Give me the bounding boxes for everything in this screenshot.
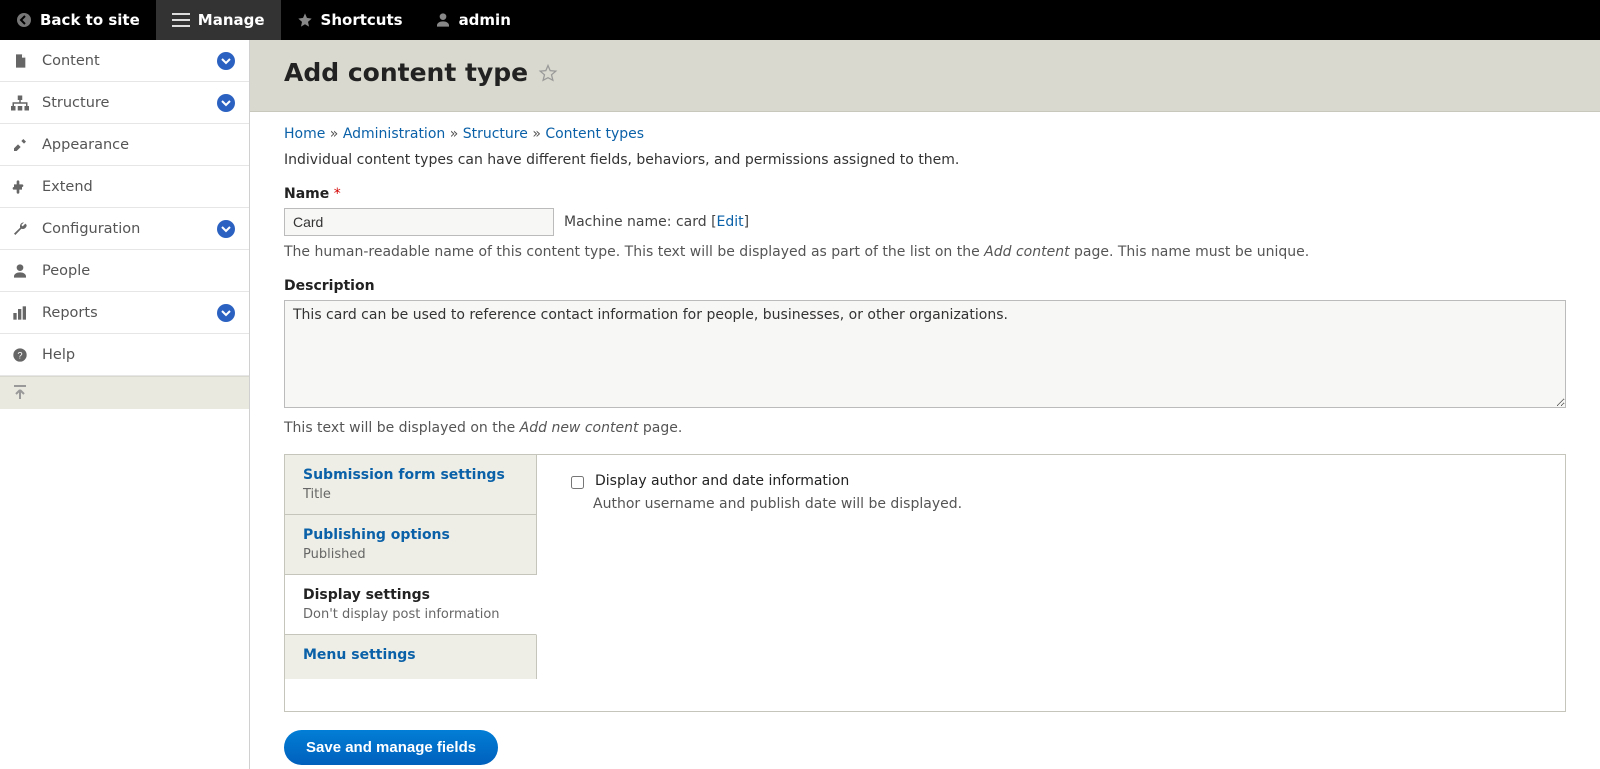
vtab-publishing[interactable]: Publishing options Published — [285, 515, 537, 575]
intro-text: Individual content types can have differ… — [284, 152, 1566, 168]
nav-help[interactable]: ? Help — [0, 334, 249, 376]
puzzle-icon — [10, 179, 30, 195]
chevron-down-icon[interactable] — [217, 52, 235, 70]
page-title: Add content type — [284, 58, 528, 87]
nav-label: Extend — [42, 179, 235, 195]
chevron-down-icon[interactable] — [217, 220, 235, 238]
display-author-checkbox[interactable] — [571, 476, 584, 489]
display-author-label: Display author and date information — [595, 473, 849, 489]
sidebar-collapse[interactable] — [0, 376, 249, 409]
crumb-admin[interactable]: Administration — [343, 126, 445, 142]
nav-configuration[interactable]: Configuration — [0, 208, 249, 250]
vertical-tabs-list: Submission form settings Title Publishin… — [285, 455, 537, 711]
nav-reports[interactable]: Reports — [0, 292, 249, 334]
shortcuts-link[interactable]: Shortcuts — [281, 0, 419, 40]
collapse-icon — [14, 385, 26, 401]
settings-tabs: Submission form settings Title Publishin… — [284, 454, 1566, 712]
admin-toolbar: Back to site Manage Shortcuts admin — [0, 0, 1600, 40]
chevron-down-icon[interactable] — [217, 94, 235, 112]
paintbrush-icon — [10, 137, 30, 153]
page-title-bar: Add content type — [250, 40, 1600, 112]
svg-text:?: ? — [17, 350, 22, 360]
required-marker: * — [334, 186, 341, 202]
machine-name-readout: Machine name: card [Edit] — [564, 214, 749, 230]
vtab-display[interactable]: Display settings Don't display post info… — [285, 575, 537, 635]
nav-appearance[interactable]: Appearance — [0, 124, 249, 166]
description-textarea[interactable] — [284, 300, 1566, 408]
nav-content[interactable]: Content — [0, 40, 249, 82]
vtab-submission[interactable]: Submission form settings Title — [285, 455, 537, 515]
crumb-home[interactable]: Home — [284, 126, 325, 142]
nav-label: Configuration — [42, 221, 205, 237]
user-link[interactable]: admin — [419, 0, 527, 40]
description-help: This text will be displayed on the Add n… — [284, 420, 1566, 436]
hamburger-icon — [172, 13, 190, 27]
favorite-star-icon[interactable] — [538, 63, 558, 83]
person-icon — [10, 263, 30, 279]
nav-extend[interactable]: Extend — [0, 166, 249, 208]
chevron-left-icon — [16, 12, 32, 28]
nav-label: Structure — [42, 95, 205, 111]
star-icon — [297, 12, 313, 28]
machine-name-edit[interactable]: Edit — [717, 214, 744, 230]
nav-label: Content — [42, 53, 205, 69]
barchart-icon — [10, 305, 30, 321]
vtab-menu[interactable]: Menu settings — [285, 635, 537, 679]
wrench-icon — [10, 221, 30, 237]
breadcrumb: Home » Administration » Structure » Cont… — [284, 126, 1566, 142]
user-icon — [435, 12, 451, 28]
back-to-site-link[interactable]: Back to site — [0, 0, 156, 40]
nav-label: Help — [42, 347, 235, 363]
nav-label: Reports — [42, 305, 205, 321]
manage-label: Manage — [198, 11, 265, 29]
nav-people[interactable]: People — [0, 250, 249, 292]
name-label: Name — [284, 186, 329, 202]
help-icon: ? — [10, 347, 30, 363]
shortcuts-label: Shortcuts — [321, 11, 403, 29]
hierarchy-icon — [10, 95, 30, 111]
nav-label: Appearance — [42, 137, 235, 153]
crumb-content-types[interactable]: Content types — [545, 126, 644, 142]
user-label: admin — [459, 11, 511, 29]
save-and-manage-fields-button[interactable]: Save and manage fields — [284, 730, 498, 765]
name-input[interactable] — [284, 208, 554, 236]
nav-structure[interactable]: Structure — [0, 82, 249, 124]
admin-sidebar: Content Structure Appearance Extend Conf… — [0, 40, 250, 769]
display-author-help: Author username and publish date will be… — [567, 496, 1535, 512]
name-help: The human-readable name of this content … — [284, 244, 1566, 260]
nav-label: People — [42, 263, 235, 279]
document-icon — [10, 53, 30, 69]
chevron-down-icon[interactable] — [217, 304, 235, 322]
crumb-structure[interactable]: Structure — [463, 126, 528, 142]
tab-panel-display: Display author and date information Auth… — [537, 455, 1565, 711]
manage-link[interactable]: Manage — [156, 0, 281, 40]
description-label: Description — [284, 278, 375, 294]
main-content: Add content type Home » Administration »… — [250, 40, 1600, 769]
back-label: Back to site — [40, 11, 140, 29]
